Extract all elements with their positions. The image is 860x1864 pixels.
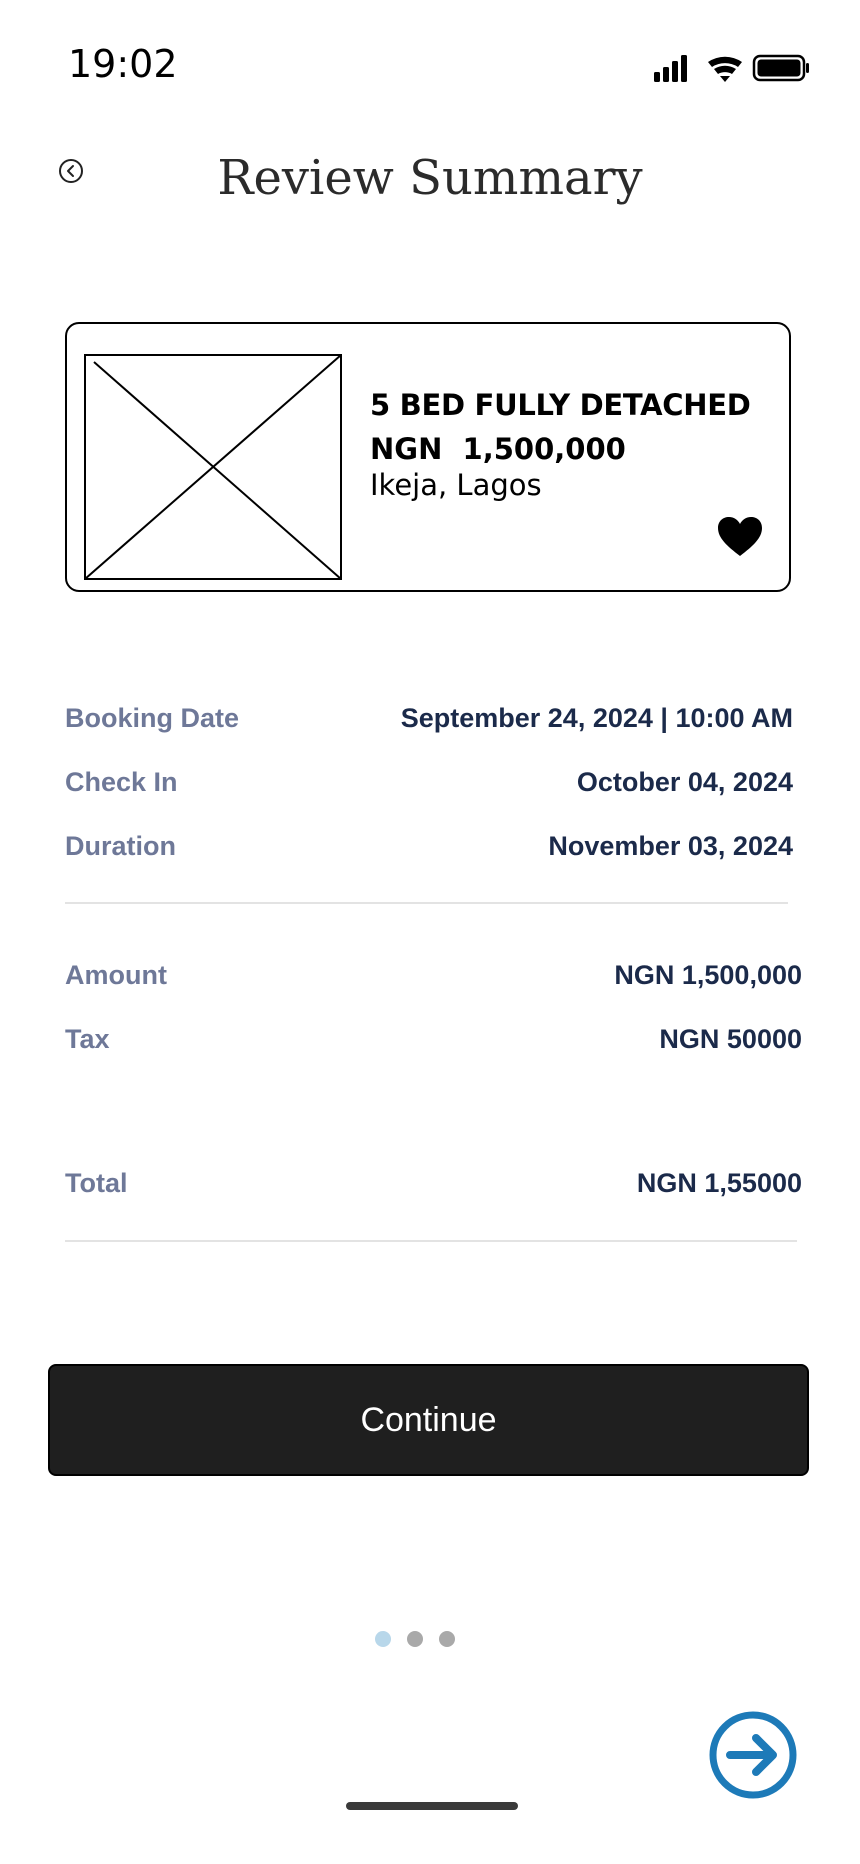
tax-row: Tax NGN 50000 [65, 1024, 860, 1064]
amount-label: Amount [65, 960, 167, 990]
booking-date-label: Booking Date [65, 703, 240, 733]
page-dot [375, 1631, 391, 1647]
pagination-dots [375, 1631, 455, 1647]
property-title: 5 BED FULLY DETACHED [370, 388, 751, 422]
battery-icon [752, 54, 809, 82]
booking-date-value: September 24, 2024 | 10:00 AM [400, 703, 793, 733]
total-value: NGN 1,55000 [636, 1168, 802, 1198]
continue-button[interactable]: Continue [48, 1364, 809, 1476]
check-in-row: Check In October 04, 2024 [65, 767, 860, 807]
divider [65, 1240, 797, 1242]
amount-value: NGN 1,500,000 [614, 960, 802, 990]
page-title: Review Summary [217, 150, 643, 206]
amount-row: Amount NGN 1,500,000 [65, 960, 860, 1000]
status-icons [654, 54, 809, 82]
tax-value: NGN 50000 [659, 1024, 802, 1054]
tax-label: Tax [65, 1024, 110, 1054]
status-time: 19:02 [68, 42, 178, 86]
page-dot [407, 1631, 423, 1647]
signal-icon [654, 55, 687, 82]
property-card[interactable]: 5 BED FULLY DETACHED NGN 1,500,000 Ikeja… [65, 322, 791, 592]
page-dot [439, 1631, 455, 1647]
heart-icon[interactable] [717, 516, 763, 558]
wifi-icon [708, 56, 742, 82]
arrow-right-icon[interactable] [708, 1710, 798, 1800]
divider [65, 902, 788, 904]
check-in-value: October 04, 2024 [576, 767, 793, 797]
property-price: NGN 1,500,000 [370, 432, 626, 466]
duration-row: Duration November 03, 2024 [65, 831, 860, 871]
total-row: Total NGN 1,55000 [65, 1168, 860, 1208]
home-indicator [346, 1802, 518, 1810]
duration-value: November 03, 2024 [548, 831, 793, 861]
duration-label: Duration [65, 831, 176, 861]
booking-date-row: Booking Date September 24, 2024 | 10:00 … [65, 703, 860, 743]
total-label: Total [65, 1168, 128, 1198]
image-placeholder-icon [84, 354, 342, 580]
property-location: Ikeja, Lagos [370, 468, 542, 502]
check-in-label: Check In [65, 767, 178, 797]
